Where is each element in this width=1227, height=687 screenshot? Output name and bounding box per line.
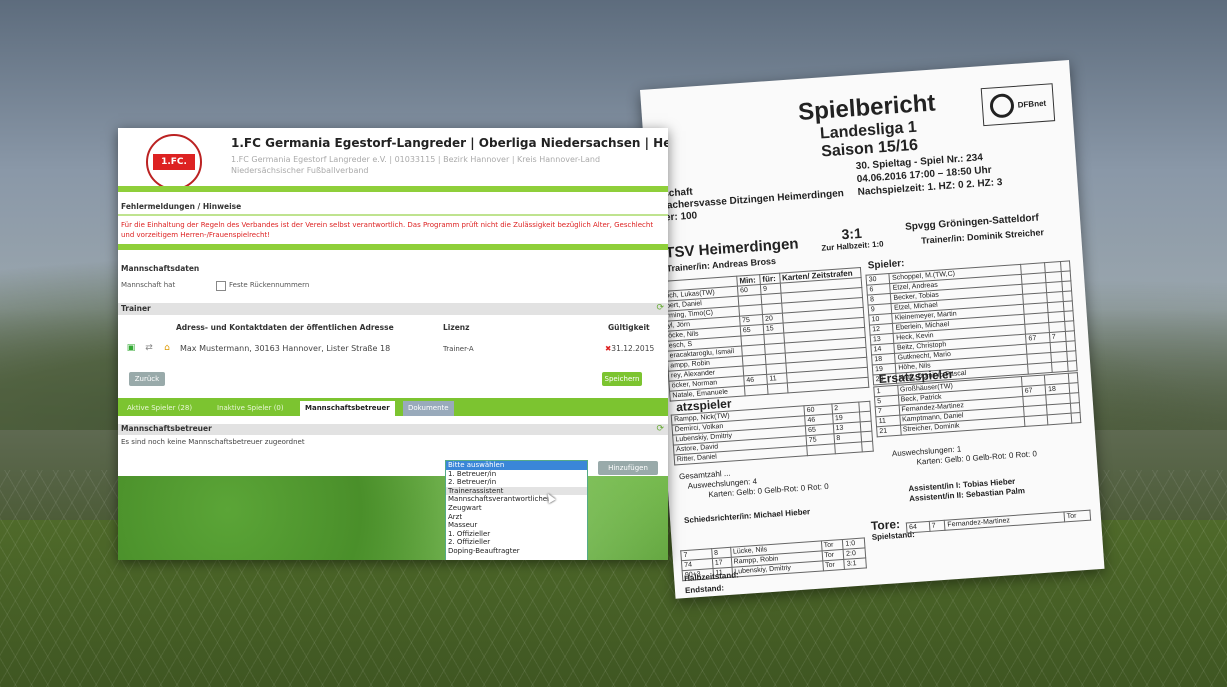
report-score: 3:1 Zur Halbzeit: 1:0 (820, 223, 884, 253)
table-cell (834, 441, 863, 454)
table-cell (1027, 362, 1052, 375)
dropdown-option[interactable]: Bitte auswählen (446, 461, 587, 470)
back-button[interactable]: Zurück (129, 372, 165, 386)
betreuer-bar: Mannschaftsbetreuer ⟳ (118, 424, 668, 435)
table-cell (744, 384, 768, 396)
tabs-bar: Aktive Spieler (28) Inaktive Spieler (0)… (118, 398, 668, 416)
table-cell (1067, 360, 1078, 372)
club-crest-icon: 1.FC. (146, 134, 202, 190)
warning-text: Für die Einhaltung der Regeln des Verban… (121, 221, 654, 239)
report-home-info: schaft lachersvasse Ditzingen Heimerding… (662, 186, 845, 224)
table-cell: Tor (822, 559, 845, 571)
errors-title: Fehlermeldungen / Hinweise (121, 202, 242, 211)
col-lizenz-header: Lizenz (443, 323, 470, 332)
table-cell: 64 (906, 521, 930, 533)
header-divider (118, 186, 668, 192)
table-cell: 21 (876, 425, 901, 437)
betreuer-role-select[interactable]: Bitte auswählen 1. Betreuer/in 2. Betreu… (445, 460, 588, 560)
add-button[interactable]: Hinzufügen (598, 461, 658, 475)
mannschaftsdaten-title: Mannschaftsdaten (121, 264, 200, 273)
feste-rueckennummern-checkbox[interactable] (216, 281, 226, 291)
dropdown-option[interactable]: Zeugwart (446, 504, 587, 513)
dropdown-option[interactable]: Doping-Beauftragter (446, 547, 587, 556)
table-cell (1070, 412, 1081, 424)
table-cell: Fernandez-Martinez (944, 511, 1065, 531)
tab-dokumente[interactable]: Dokumente (403, 401, 454, 416)
table-cell (1063, 310, 1074, 322)
table-cell (806, 443, 835, 456)
dfb-ball-icon (988, 92, 1015, 119)
report-title-block: Spielbericht Landesliga 1 Saison 15/16 (786, 89, 950, 164)
tab-inaktive-spieler[interactable]: Inaktive Spieler (0) (212, 401, 289, 416)
club-title: 1.FC Germania Egestorf-Langreder | Oberl… (231, 136, 668, 150)
trainer-address: Max Mustermann, 30163 Hannover, Lister S… (180, 344, 391, 353)
club-subtitle: 1.FC Germania Egestorf Langreder e.V. | … (231, 155, 601, 175)
dropdown-option[interactable]: 1. Offizieller (446, 530, 587, 539)
dfb-logo-text: DFBnet (1017, 98, 1047, 110)
add-trainer-icon[interactable]: ⟳ (656, 303, 664, 313)
club-header: 1.FC. 1.FC Germania Egestorf-Langreder |… (118, 128, 668, 190)
edit-icon[interactable]: ▣ (126, 343, 136, 353)
col-address-header: Adress- und Kontaktdaten der öffentliche… (176, 323, 394, 332)
home-team-name: TSV Heimerdingen (664, 235, 800, 262)
table-cell: 3:1 (843, 557, 867, 570)
dropdown-option[interactable]: 2. Offizieller (446, 538, 587, 547)
betreuer-title: Mannschaftsbetreuer (121, 424, 212, 433)
dfb-logo: DFBnet (980, 83, 1056, 127)
final-score: 3:1 (840, 224, 863, 243)
table-cell (861, 441, 874, 452)
table-cell (767, 382, 788, 395)
halftime-score: Zur Halbzeit: 1:0 (821, 239, 884, 253)
dropdown-option[interactable]: Trainerassistent (446, 486, 587, 496)
section-divider (118, 244, 668, 250)
mannschaft-hat-label: Mannschaft hat (121, 281, 176, 289)
home-players-table: Min: für: Karten/ Zeitstrafen rich, Luka… (661, 267, 869, 402)
swap-icon[interactable]: ⇄ (144, 343, 154, 353)
trainer-title: Trainer (121, 304, 151, 313)
errors-divider (118, 214, 668, 216)
add-betreuer-icon[interactable]: ⟳ (656, 424, 664, 434)
table-cell (1047, 413, 1072, 425)
feste-rueckennummern-label: Feste Rückennummern (229, 281, 310, 289)
crest-banner: 1.FC. (153, 154, 195, 170)
match-report-sheet: Spielbericht Landesliga 1 Saison 15/16 D… (640, 60, 1105, 599)
team-admin-window: 1.FC. 1.FC Germania Egestorf-Langreder |… (118, 128, 668, 560)
table-cell (1023, 414, 1049, 427)
delete-icon[interactable]: ⌂ (162, 343, 172, 353)
trainer-gueltigkeit: ✖31.12.2015 (605, 344, 654, 353)
tab-mannschaftsbetreuer[interactable]: Mannschaftsbetreuer (300, 401, 395, 416)
tab-aktive-spieler[interactable]: Aktive Spieler (28) (122, 401, 197, 416)
table-row: 64 7 Fernandez-Martinez Tor (906, 510, 1091, 533)
betreuer-empty-text: Es sind noch keine Mannschaftsbetreuer z… (121, 438, 305, 446)
table-cell: 7 (928, 520, 946, 532)
dropdown-option[interactable]: Arzt (446, 513, 587, 522)
dropdown-option[interactable]: Mannschaftsverantwortlicher (446, 495, 587, 504)
trainer-gueltigkeit-date: 31.12.2015 (611, 344, 655, 353)
table-cell: Tor (1063, 510, 1091, 522)
away-goals-table: 64 7 Fernandez-Martinez Tor (906, 510, 1091, 534)
dropdown-option[interactable]: Masseur (446, 521, 587, 530)
away-players-table: 30 Schoppel, M.(TW,C) 6 Etzel, Andreas 8 Beck… (865, 260, 1078, 385)
schiedsrichter: Schiedsrichter/in: Michael Hieber (683, 507, 811, 525)
trainer-lizenz: Trainer-A (443, 345, 474, 353)
away-spieler-label: Spieler: (867, 257, 905, 272)
endstand-label: Endstand: (684, 583, 725, 596)
dropdown-option[interactable]: 1. Betreuer/in (446, 470, 587, 479)
col-gueltigkeit-header: Gültigkeit (608, 323, 650, 332)
table-cell (1062, 290, 1073, 302)
save-button[interactable]: Speichern (602, 372, 642, 386)
table-cell (1051, 361, 1069, 373)
dropdown-option[interactable]: 2. Betreuer/in (446, 478, 587, 487)
trainer-bar: Trainer ⟳ (118, 303, 668, 315)
